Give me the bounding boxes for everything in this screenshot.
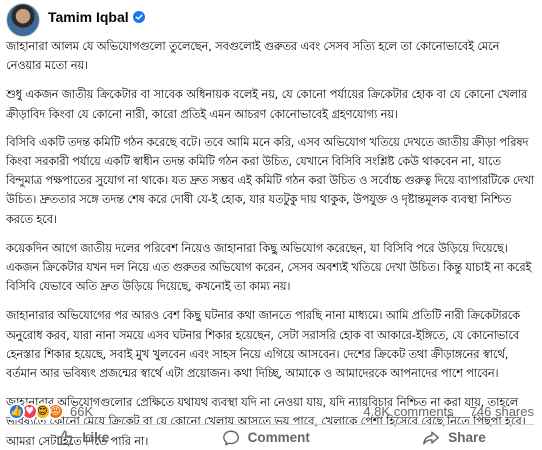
post-paragraph-2: শুধু একজন জাতীয় ক্রিকেটার বা সাবেক অধিন… [6,88,528,121]
author-name-link[interactable]: Tamim Iqbal [48,9,145,25]
comment-button[interactable]: Comment [198,427,334,449]
reaction-count[interactable]: 66K [70,404,93,419]
comment-bubble-icon [222,430,239,445]
post-paragraph-3: বিসিবি একটি তদন্ত কমিটি গঠন করেছে বটে। ত… [6,135,534,226]
verified-badge-icon [132,11,145,23]
engagement-stats: 4.8K comments 746 shares [363,404,534,419]
post-header: Tamim Iqbal [0,0,542,40]
like-button[interactable]: Like [32,427,133,449]
reactions-bar: 👍 ♥ 😊 😡 66K 4.8K comments 746 shares [0,400,542,422]
share-button[interactable]: Share [398,427,510,449]
like-reaction-icon: 👍 [8,402,25,420]
comment-label: Comment [247,430,310,445]
post-body: জাহানারা আলম যে অভিযোগগুলো তুলেছেন, সবগু… [0,37,542,450]
share-count[interactable]: 746 shares [470,404,534,419]
post-paragraph-1: জাহানারা আলম যে অভিযোগগুলো তুলেছেন, সবগু… [6,40,500,73]
like-label: Like [82,430,110,445]
author-name[interactable]: Tamim Iqbal [48,9,129,25]
thumbs-up-icon [57,430,73,445]
reaction-summary[interactable]: 👍 ♥ 😊 😡 66K [8,402,93,420]
share-label: Share [448,430,486,445]
post-actions: Like Comment Share [0,425,542,450]
comment-count[interactable]: 4.8K comments [363,404,453,419]
author-avatar[interactable] [6,3,40,37]
post-paragraph-5: জাহানারার অভিযোগের পর আরও বেশ কিছু ঘটনার… [6,309,520,381]
post-paragraph-4: কয়েকদিন আগে জাতীয় দলের পরিবেশ নিয়েও জ… [6,241,532,294]
share-arrow-icon [423,430,440,445]
